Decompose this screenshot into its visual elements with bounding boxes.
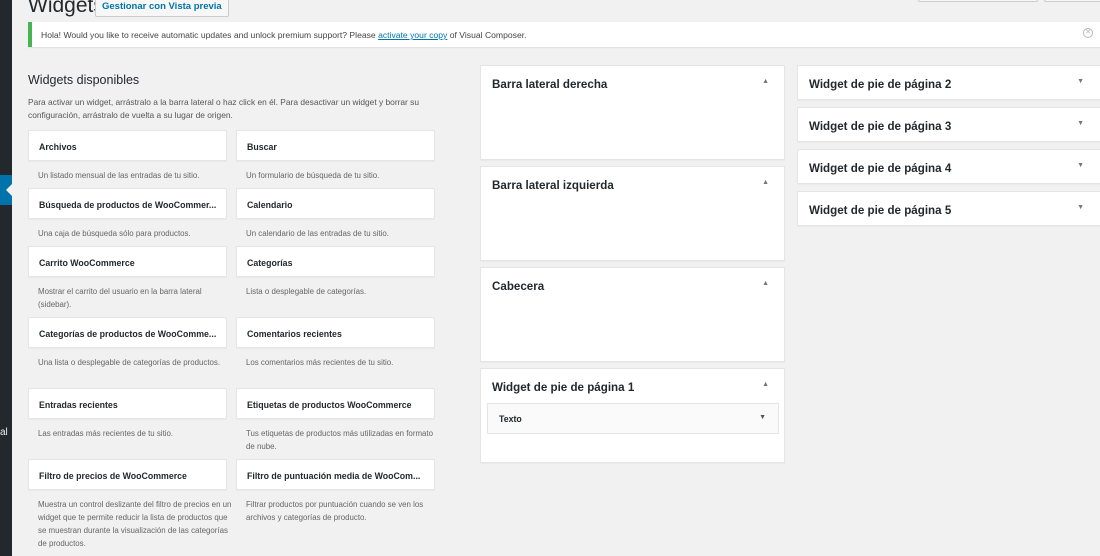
sidebar-title[interactable]: Widget de pie de página 5 xyxy=(809,204,951,217)
available-widget-description: Lista o desplegable de categorías. xyxy=(246,287,367,296)
available-widget-card[interactable]: Categorías de productos de WooComme... xyxy=(28,317,227,348)
admin-menu-strip[interactable]: al xyxy=(0,0,12,556)
available-widget-card[interactable]: Filtro de puntuación media de WooCom... xyxy=(236,459,435,490)
placed-widget-texto[interactable]: Texto ▼ xyxy=(487,403,779,434)
sidebar-footer-widget-5[interactable]: Widget de pie de página 5 ▼ xyxy=(797,191,1100,226)
available-widget-description: Tus etiquetas de productos más utilizada… xyxy=(246,429,433,451)
available-widget-card[interactable]: Archivos xyxy=(28,130,227,161)
page-title: Widgets xyxy=(28,0,104,17)
notice-text-before: Hola! Would you like to receive automati… xyxy=(41,30,379,40)
sidebar-title[interactable]: Widget de pie de página 3 xyxy=(809,120,951,133)
available-widget-description: Muestra un control deslizante del filtro… xyxy=(38,500,232,548)
expand-arrow-icon[interactable]: ▼ xyxy=(1077,204,1084,211)
available-widgets-title: Widgets disponibles xyxy=(28,73,140,87)
sidebar-barra-lateral-derecha[interactable]: Barra lateral derecha ▲ xyxy=(480,65,785,160)
available-widget-card[interactable]: Entradas recientes xyxy=(28,388,227,419)
expand-arrow-icon[interactable]: ▼ xyxy=(1077,120,1084,127)
sidebar-title[interactable]: Cabecera xyxy=(492,280,544,293)
available-widget-description: Un formulario de búsqueda de tu sitio. xyxy=(246,171,380,180)
help-button[interactable] xyxy=(1044,0,1100,2)
collapse-arrow-icon[interactable]: ▲ xyxy=(762,381,769,388)
expand-arrow-icon[interactable]: ▼ xyxy=(759,414,766,421)
available-widget-description: Las entradas más recientes de tu sitio. xyxy=(38,429,174,438)
activate-copy-link[interactable]: activate your copy xyxy=(378,30,447,40)
sidebar-cabecera[interactable]: Cabecera ▲ xyxy=(480,267,785,362)
available-widget-card[interactable]: Comentarios recientes xyxy=(236,317,435,348)
collapse-arrow-icon[interactable]: ▲ xyxy=(762,78,769,85)
expand-arrow-icon[interactable]: ▼ xyxy=(1077,162,1084,169)
sidebar-footer-widget-2[interactable]: Widget de pie de página 2 ▼ xyxy=(797,65,1100,100)
sidebar-title[interactable]: Widget de pie de página 2 xyxy=(809,78,951,91)
sidebar-footer-widget-4[interactable]: Widget de pie de página 4 ▼ xyxy=(797,149,1100,184)
available-widget-description: Mostrar el carrito del usuario en la bar… xyxy=(38,287,202,309)
sidebar-footer-widget-1[interactable]: Widget de pie de página 1 ▲ Texto ▼ xyxy=(480,368,785,463)
placed-widget-label: Texto xyxy=(499,414,522,424)
sidebar-barra-lateral-izquierda[interactable]: Barra lateral izquierda ▲ xyxy=(480,166,785,261)
available-widget-description: Filtrar productos por puntuación cuando … xyxy=(246,500,424,522)
collapse-arrow-icon[interactable]: ▲ xyxy=(762,179,769,186)
expand-arrow-icon[interactable]: ▼ xyxy=(1077,78,1084,85)
notice-text-after: of Visual Composer. xyxy=(447,30,527,40)
available-widget-card[interactable]: Carrito WooCommerce xyxy=(28,246,227,277)
collapse-arrow-icon[interactable]: ▲ xyxy=(762,280,769,287)
available-widget-description: Los comentarios más recientes de tu siti… xyxy=(246,358,394,367)
update-notice: Hola! Would you like to receive automati… xyxy=(28,22,1100,47)
available-widget-description: Una lista o desplegable de categorías de… xyxy=(38,358,221,367)
screen-options-button[interactable] xyxy=(918,0,1038,2)
available-widget-card[interactable]: Buscar xyxy=(236,130,435,161)
sidebar-title[interactable]: Widget de pie de página 1 xyxy=(492,381,634,394)
admin-menu-partial-label[interactable]: al xyxy=(0,427,8,438)
available-widget-card[interactable]: Búsqueda de productos de WooCommer... xyxy=(28,188,227,219)
sidebar-title[interactable]: Barra lateral izquierda xyxy=(492,179,614,192)
available-widget-description: Un calendario de las entradas de tu siti… xyxy=(246,229,389,238)
available-widget-card[interactable]: Filtro de precios de WooCommerce xyxy=(28,459,227,490)
active-menu-arrow-icon xyxy=(6,184,12,196)
manage-preview-button[interactable]: Gestionar con Vista previa xyxy=(95,0,229,17)
sidebar-title[interactable]: Barra lateral derecha xyxy=(492,78,607,91)
available-widget-card[interactable]: Categorías xyxy=(236,246,435,277)
available-widgets-description: Para activar un widget, arrástralo a la … xyxy=(28,97,420,120)
sidebar-title[interactable]: Widget de pie de página 4 xyxy=(809,162,951,175)
available-widget-description: Un listado mensual de las entradas de tu… xyxy=(38,171,200,180)
dismiss-icon[interactable]: ✕ xyxy=(1083,28,1093,38)
available-widget-card[interactable]: Etiquetas de productos WooCommerce xyxy=(236,388,435,419)
available-widget-card[interactable]: Calendario xyxy=(236,188,435,219)
sidebar-footer-widget-3[interactable]: Widget de pie de página 3 ▼ xyxy=(797,107,1100,142)
available-widget-description: Una caja de búsqueda sólo para productos… xyxy=(38,229,191,238)
